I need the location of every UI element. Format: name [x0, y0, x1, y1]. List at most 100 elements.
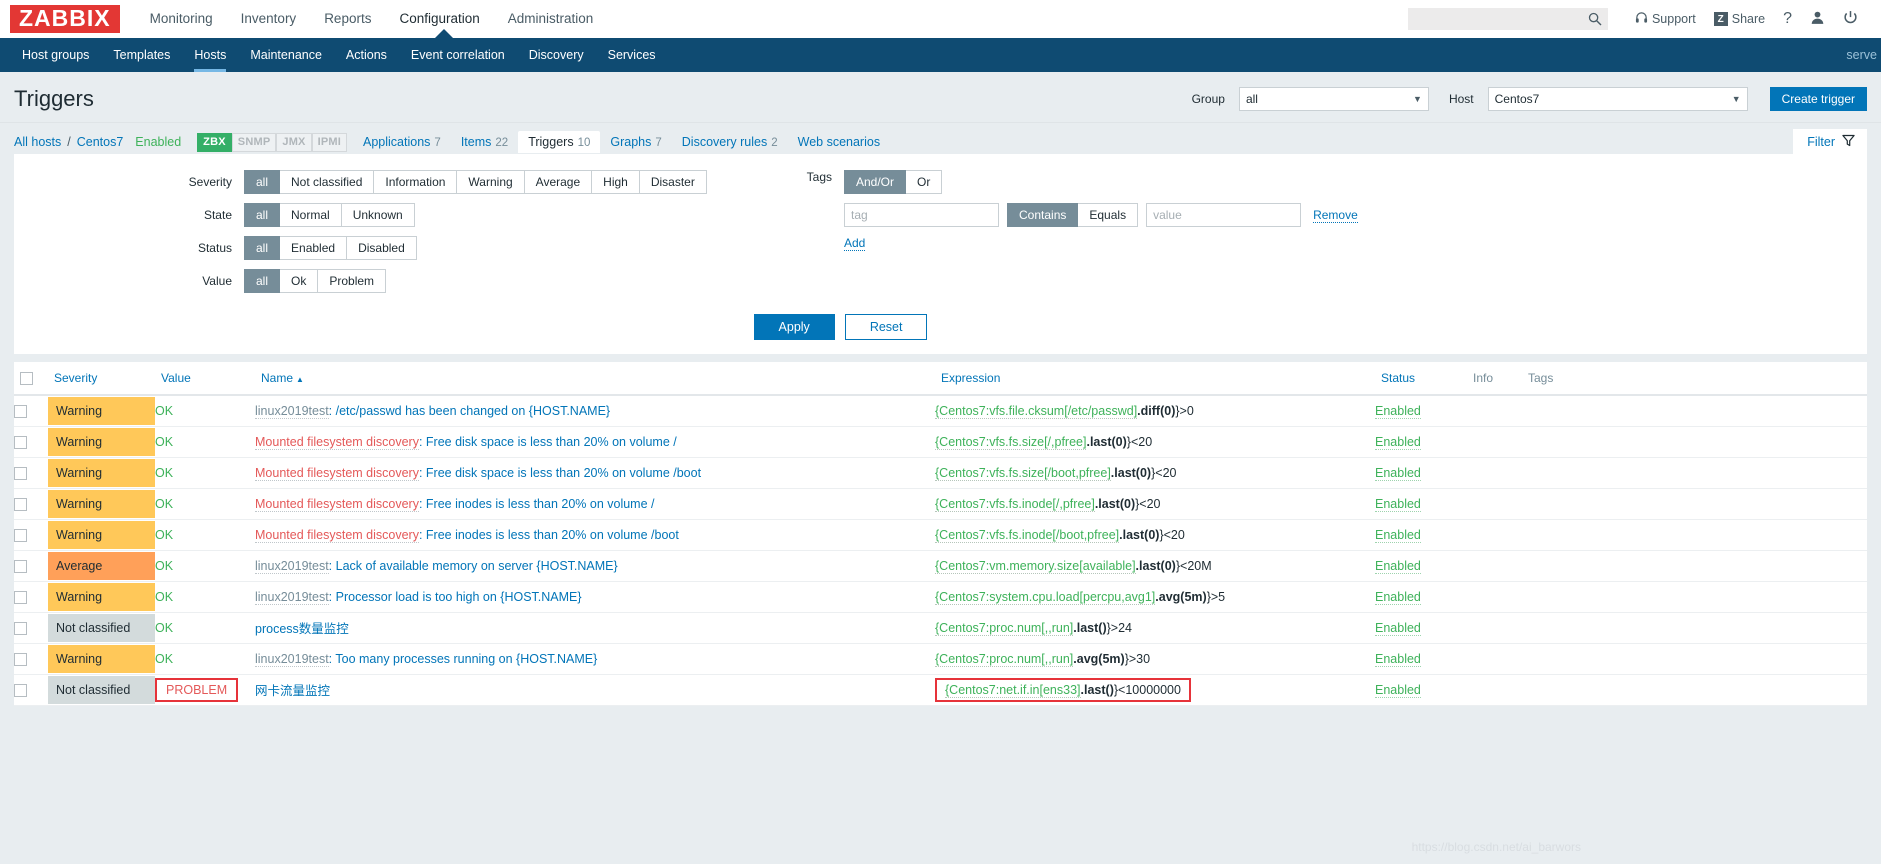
- status-option-enabled[interactable]: Enabled: [280, 236, 348, 260]
- trigger-name-link[interactable]: : Free inodes is less than 20% on volume…: [419, 497, 655, 511]
- discovery-rule-link[interactable]: Mounted filesystem discovery: [255, 434, 419, 450]
- nav-item-administration[interactable]: Administration: [494, 0, 608, 38]
- severity-option-disaster[interactable]: Disaster: [639, 170, 707, 194]
- tag-match-equals[interactable]: Equals: [1078, 203, 1139, 227]
- tab-applications[interactable]: Applications 7: [353, 131, 451, 153]
- discovery-rule-link[interactable]: Mounted filesystem discovery: [255, 496, 419, 512]
- discovery-rule-link[interactable]: Mounted filesystem discovery: [255, 527, 419, 543]
- sidebar-item-maintenance[interactable]: Maintenance: [238, 38, 334, 72]
- expression-item-ref[interactable]: {Centos7:vfs.fs.inode[/boot,pfree]: [935, 527, 1120, 543]
- nav-item-inventory[interactable]: Inventory: [227, 0, 311, 38]
- status-toggle-link[interactable]: Enabled: [1375, 527, 1421, 543]
- protocol-badge-jmx[interactable]: JMX: [276, 132, 312, 152]
- sidebar-item-discovery[interactable]: Discovery: [517, 38, 596, 72]
- status-toggle-link[interactable]: Enabled: [1375, 434, 1421, 450]
- row-checkbox[interactable]: [14, 405, 27, 419]
- host-status-enabled[interactable]: Enabled: [123, 135, 193, 149]
- expression-item-ref[interactable]: {Centos7:vfs.fs.size[/boot,pfree]: [935, 465, 1111, 481]
- zabbix-logo[interactable]: ZABBIX: [10, 5, 120, 33]
- trigger-name-link[interactable]: : Lack of available memory on server {HO…: [329, 559, 618, 573]
- value-option-ok[interactable]: Ok: [280, 269, 319, 293]
- row-checkbox[interactable]: [14, 590, 27, 604]
- expression-item-ref[interactable]: {Centos7:vfs.fs.inode[/,pfree]: [935, 496, 1095, 512]
- status-option-disabled[interactable]: Disabled: [347, 236, 417, 260]
- breadcrumb-all-hosts[interactable]: All hosts: [14, 135, 61, 149]
- expression-item-ref[interactable]: {Centos7:vm.memory.size[available]: [935, 558, 1136, 574]
- tab-web-scenarios[interactable]: Web scenarios: [788, 131, 890, 153]
- nav-item-monitoring[interactable]: Monitoring: [136, 0, 227, 38]
- trigger-name-link[interactable]: : Free inodes is less than 20% on volume…: [419, 528, 679, 542]
- state-option-normal[interactable]: Normal: [280, 203, 342, 227]
- breadcrumb-host[interactable]: Centos7: [77, 135, 124, 149]
- row-checkbox[interactable]: [14, 466, 27, 480]
- sidebar-item-templates[interactable]: Templates: [101, 38, 182, 72]
- status-option-all[interactable]: all: [244, 236, 281, 260]
- template-link[interactable]: linux2019test: [255, 651, 329, 667]
- status-toggle-link[interactable]: Enabled: [1375, 496, 1421, 512]
- severity-option-high[interactable]: High: [592, 170, 640, 194]
- nav-item-reports[interactable]: Reports: [310, 0, 385, 38]
- global-search[interactable]: [1407, 8, 1608, 30]
- row-checkbox[interactable]: [14, 621, 27, 635]
- column-expression[interactable]: Expression: [935, 362, 1375, 397]
- protocol-badge-zbx[interactable]: ZBX: [197, 132, 232, 152]
- expression-item-ref[interactable]: {Centos7:vfs.file.cksum[/etc/passwd]: [935, 404, 1138, 420]
- column-name[interactable]: Name ▲: [255, 362, 935, 397]
- signout-link[interactable]: [1834, 10, 1867, 28]
- state-option-all[interactable]: all: [244, 203, 281, 227]
- row-checkbox[interactable]: [14, 435, 27, 449]
- protocol-badge-snmp[interactable]: SNMP: [231, 132, 277, 152]
- status-toggle-link[interactable]: Enabled: [1375, 465, 1421, 481]
- status-toggle-link[interactable]: Enabled: [1375, 620, 1421, 636]
- severity-option-all[interactable]: all: [244, 170, 281, 194]
- sidebar-item-event-correlation[interactable]: Event correlation: [399, 38, 517, 72]
- expression-item-ref[interactable]: {Centos7:proc.num[,,run]: [935, 651, 1074, 667]
- template-link[interactable]: linux2019test: [255, 558, 329, 574]
- trigger-name-link[interactable]: process数量监控: [255, 622, 349, 636]
- sidebar-item-actions[interactable]: Actions: [334, 38, 399, 72]
- template-link[interactable]: linux2019test: [255, 589, 329, 605]
- status-toggle-link[interactable]: Enabled: [1375, 589, 1421, 605]
- trigger-name-link[interactable]: : Too many processes running on {HOST.NA…: [329, 652, 598, 666]
- row-checkbox[interactable]: [14, 528, 27, 542]
- tab-graphs[interactable]: Graphs 7: [600, 131, 671, 153]
- user-profile-link[interactable]: [1801, 10, 1834, 28]
- discovery-rule-link[interactable]: Mounted filesystem discovery: [255, 465, 419, 481]
- sidebar-item-host-groups[interactable]: Host groups: [10, 38, 101, 72]
- tags-operator-or[interactable]: Or: [906, 170, 943, 194]
- severity-option-information[interactable]: Information: [374, 170, 458, 194]
- help-link[interactable]: ?: [1774, 10, 1801, 28]
- trigger-name-link[interactable]: : Processor load is too high on {HOST.NA…: [329, 590, 582, 604]
- row-checkbox[interactable]: [14, 683, 27, 697]
- trigger-name-link[interactable]: : Free disk space is less than 20% on vo…: [419, 435, 677, 449]
- host-select[interactable]: Centos7 ▼: [1487, 87, 1748, 111]
- share-link[interactable]: Z Share: [1705, 12, 1774, 26]
- severity-option-average[interactable]: Average: [524, 170, 593, 194]
- row-checkbox[interactable]: [14, 497, 27, 511]
- column-status[interactable]: Status: [1375, 362, 1467, 397]
- status-toggle-link[interactable]: Enabled: [1375, 404, 1421, 420]
- column-value[interactable]: Value: [155, 362, 255, 397]
- row-checkbox[interactable]: [14, 652, 27, 666]
- tab-triggers[interactable]: Triggers 10: [518, 131, 601, 153]
- tag-add-link[interactable]: Add: [844, 236, 866, 251]
- expression-item-ref[interactable]: {Centos7:proc.num[,,run]: [935, 620, 1074, 636]
- tag-match-contains[interactable]: Contains: [1007, 203, 1079, 227]
- tag-name-input[interactable]: [844, 203, 999, 227]
- filter-toggle[interactable]: Filter: [1793, 128, 1867, 156]
- tags-operator-and-or[interactable]: And/Or: [844, 170, 907, 194]
- state-option-unknown[interactable]: Unknown: [341, 203, 415, 227]
- tab-items[interactable]: Items 22: [451, 131, 518, 153]
- column-severity[interactable]: Severity: [48, 362, 155, 397]
- status-toggle-link[interactable]: Enabled: [1375, 651, 1421, 667]
- search-input[interactable]: [1408, 9, 1607, 29]
- reset-button[interactable]: Reset: [844, 314, 928, 340]
- sidebar-item-services[interactable]: Services: [596, 38, 668, 72]
- expression-item-ref[interactable]: {Centos7:net.if.in[ens33]: [945, 682, 1081, 698]
- value-option-all[interactable]: all: [244, 269, 281, 293]
- expression-item-ref[interactable]: {Centos7:system.cpu.load[percpu,avg1]: [935, 589, 1156, 605]
- status-toggle-link[interactable]: Enabled: [1375, 682, 1421, 698]
- protocol-badge-ipmi[interactable]: IPMI: [311, 132, 348, 152]
- tag-remove-link[interactable]: Remove: [1313, 208, 1358, 223]
- trigger-name-link[interactable]: : /etc/passwd has been changed on {HOST.…: [329, 404, 610, 418]
